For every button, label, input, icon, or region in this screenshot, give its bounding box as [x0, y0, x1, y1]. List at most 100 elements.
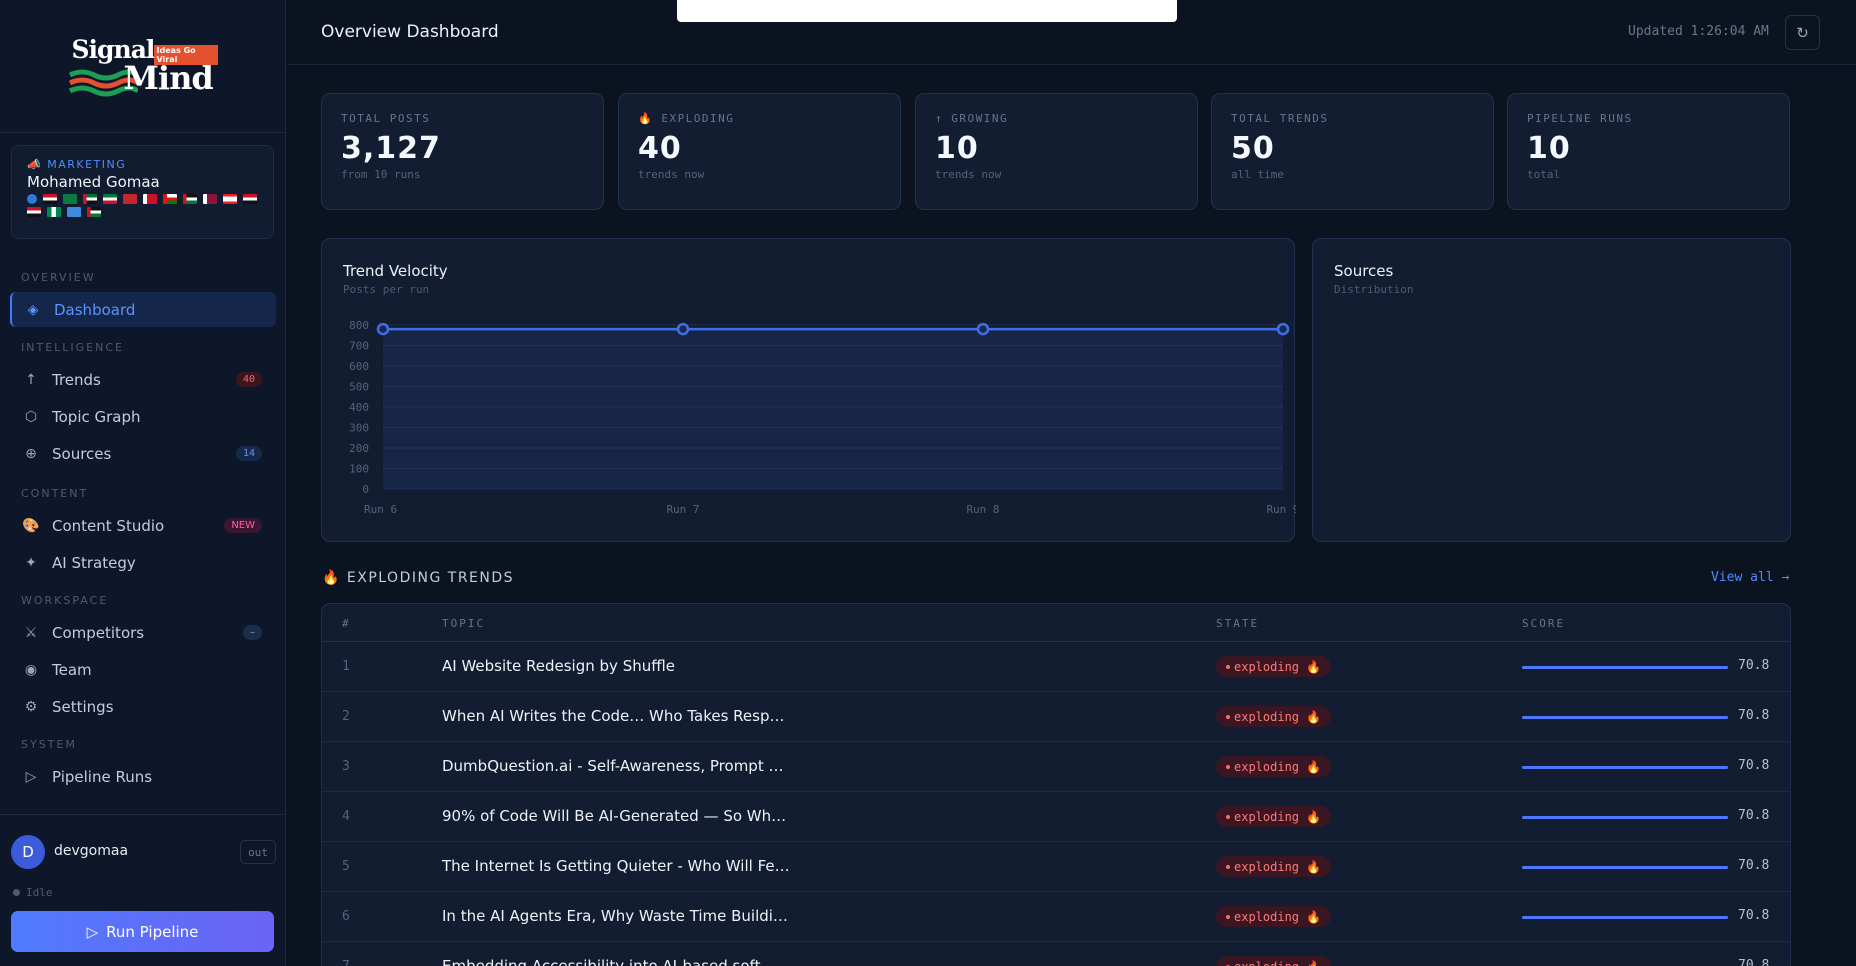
- state-text: exploding 🔥: [1234, 859, 1322, 874]
- nav-item-sources[interactable]: ⊕ Sources 14: [10, 436, 276, 471]
- stat-sub: from 10 runs: [341, 168, 421, 181]
- arrow-up-icon: ↑: [25, 371, 37, 388]
- state-text: exploding 🔥: [1234, 709, 1322, 724]
- y-tick-label: 800: [349, 319, 369, 332]
- state-badge: exploding 🔥: [1216, 656, 1332, 677]
- row-topic[interactable]: 90% of Code Will Be AI-Generated — So Wh…: [442, 807, 786, 825]
- state-badge: exploding 🔥: [1216, 906, 1332, 927]
- velocity-chart: 0 100 200 300 400 500 600 700 800 Run 6 Run 7 Run 8…: [349, 319, 1296, 516]
- nav-item-settings[interactable]: ⚙ Settings: [10, 689, 276, 724]
- row-topic[interactable]: AI Website Redesign by Shuffle: [442, 657, 675, 675]
- x-tick-label: Run 6: [364, 503, 397, 516]
- exploding-trends-heading: 🔥 EXPLODING TRENDS: [322, 570, 515, 586]
- flag-iraq-icon: [27, 207, 41, 217]
- stat-value: 10: [935, 131, 979, 166]
- nav-item-content-studio[interactable]: 🎨 Content Studio NEW: [10, 508, 276, 543]
- trends-table: # TOPIC STATE SCORE 1 AI Website Redesign…: [321, 603, 1791, 966]
- stat-sub: all time: [1231, 168, 1284, 181]
- gear-icon: ⚙: [24, 698, 38, 715]
- y-tick-label: 600: [349, 360, 369, 373]
- score-value: 70.8: [1738, 708, 1770, 723]
- table-row[interactable]: 4 90% of Code Will Be AI-Generated — So W…: [322, 792, 1790, 842]
- y-tick-label: 200: [349, 442, 369, 455]
- row-topic[interactable]: When AI Writes the Code… Who Takes Resp…: [442, 707, 784, 725]
- data-point: [1276, 322, 1290, 336]
- nav-item-label: Settings: [52, 697, 114, 716]
- globe-flag-icon: [27, 194, 37, 204]
- table-row[interactable]: 6 In the AI Agents Era, Why Waste Time Bu…: [322, 892, 1790, 942]
- state-badge: exploding 🔥: [1216, 956, 1332, 966]
- score-bar: [1522, 716, 1728, 719]
- state-dot-icon: [1226, 764, 1230, 769]
- state-dot-icon: [1226, 664, 1230, 669]
- new-badge: NEW: [224, 518, 262, 533]
- score-bar-fill: [1522, 866, 1728, 869]
- col-topic: TOPIC: [442, 617, 486, 630]
- stat-label: ↑ GROWING: [935, 112, 1009, 125]
- brand-logo[interactable]: Signal Ideas Go Viral Mind: [68, 33, 218, 99]
- table-row[interactable]: 3 DumbQuestion.ai - Self-Awareness, Promp…: [322, 742, 1790, 792]
- x-tick-label: Run 8: [966, 503, 999, 516]
- nav-section-intelligence: INTELLIGENCE: [21, 341, 124, 354]
- series-area: [383, 329, 1283, 489]
- col-state: STATE: [1216, 617, 1260, 630]
- score-bar: [1522, 816, 1728, 819]
- stat-card-total-posts: TOTAL POSTS 3,127 from 10 runs: [321, 93, 604, 210]
- table-row[interactable]: 7 Embedding Accessibility into AI-based s…: [322, 942, 1790, 966]
- score-bar: [1522, 866, 1728, 869]
- score-value: 70.8: [1738, 758, 1770, 773]
- col-score: SCORE: [1522, 617, 1566, 630]
- run-pipeline-label: Run Pipeline: [106, 922, 199, 941]
- logo-text-mind: Mind: [123, 59, 214, 97]
- globe-icon: ⊕: [25, 445, 37, 462]
- score-bar-fill: [1522, 666, 1728, 669]
- stat-card-pipeline-runs: PIPELINE RUNS 10 total: [1507, 93, 1790, 210]
- status-dot-icon: [13, 889, 20, 896]
- trends-count-badge: 40: [235, 372, 262, 387]
- row-number: 3: [342, 759, 350, 774]
- row-topic[interactable]: The Internet Is Getting Quieter - Who Wi…: [442, 857, 790, 875]
- sources-subtitle: Distribution: [1334, 283, 1414, 296]
- nav-item-topic-graph[interactable]: ⬡ Topic Graph: [10, 399, 276, 434]
- row-topic[interactable]: In the AI Agents Era, Why Waste Time Bui…: [442, 907, 788, 925]
- nav-item-ai-strategy[interactable]: ✦ AI Strategy: [10, 545, 276, 580]
- nav-item-pipeline-runs[interactable]: ▷ Pipeline Runs: [10, 759, 276, 794]
- table-row[interactable]: 2 When AI Writes the Code… Who Takes Resp…: [322, 692, 1790, 742]
- state-badge: exploding 🔥: [1216, 756, 1332, 777]
- table-row[interactable]: 1 AI Website Redesign by Shuffle exploding…: [322, 642, 1790, 692]
- row-number: 4: [342, 809, 350, 824]
- nav-item-trends[interactable]: ↑ Trends 40: [10, 362, 276, 397]
- refresh-button[interactable]: ↻: [1785, 15, 1820, 50]
- nav-item-label: Team: [52, 660, 92, 679]
- state-dot-icon: [1226, 714, 1230, 719]
- flag-qatar-icon: [203, 194, 217, 204]
- stat-card-exploding: 🔥 EXPLODING 40 trends now: [618, 93, 901, 210]
- row-number: 5: [342, 859, 350, 874]
- flag-oman-icon: [163, 194, 177, 204]
- competitors-badge: –: [243, 625, 262, 640]
- state-text: exploding 🔥: [1234, 960, 1321, 966]
- flag-somalia-icon: [67, 207, 81, 217]
- diamond-icon: ◈: [27, 301, 39, 318]
- view-all-link[interactable]: View all →: [1711, 570, 1789, 585]
- state-text: exploding 🔥: [1234, 909, 1322, 924]
- sources-title: Sources: [1334, 262, 1394, 280]
- user-name: devgomaa: [54, 843, 129, 859]
- state-badge: exploding 🔥: [1216, 856, 1332, 877]
- score-bar: [1522, 666, 1728, 669]
- row-topic[interactable]: DumbQuestion.ai - Self-Awareness, Prompt…: [442, 757, 783, 775]
- profile-card[interactable]: 📣 MARKETING Mohamed Gomaa: [11, 145, 274, 239]
- profile-role: MARKETING: [47, 158, 127, 171]
- nav-item-team[interactable]: ◉ Team: [10, 652, 276, 687]
- pipeline-status: Idle: [13, 886, 53, 899]
- avatar[interactable]: D: [11, 835, 45, 869]
- run-pipeline-button[interactable]: ▷ Run Pipeline: [11, 911, 274, 952]
- row-number: 1: [342, 659, 350, 674]
- nav-item-dashboard[interactable]: ◈ Dashboard: [10, 292, 276, 327]
- nav-item-competitors[interactable]: ⚔ Competitors –: [10, 615, 276, 650]
- logout-button[interactable]: out: [240, 840, 276, 864]
- table-row[interactable]: 5 The Internet Is Getting Quieter - Who W…: [322, 842, 1790, 892]
- row-topic[interactable]: Embedding Accessibility into AI-based so…: [442, 957, 775, 966]
- state-dot-icon: [1226, 814, 1230, 819]
- state-badge: exploding 🔥: [1216, 706, 1332, 727]
